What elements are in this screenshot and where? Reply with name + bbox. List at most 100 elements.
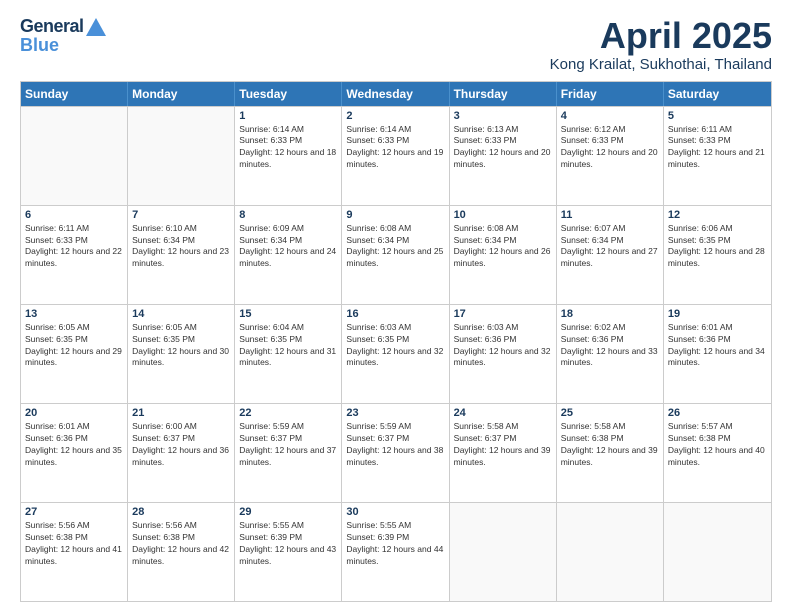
cell-info: Sunrise: 5:59 AMSunset: 6:37 PMDaylight:…	[239, 421, 337, 469]
calendar-cell-1-5: 3 Sunrise: 6:13 AMSunset: 6:33 PMDaylight…	[450, 107, 557, 205]
calendar-cell-5-7	[664, 503, 771, 601]
day-number: 24	[454, 407, 552, 419]
calendar-cell-4-6: 25 Sunrise: 5:58 AMSunset: 6:38 PMDayligh…	[557, 404, 664, 502]
calendar-cell-2-6: 11 Sunrise: 6:07 AMSunset: 6:34 PMDayligh…	[557, 206, 664, 304]
day-number: 27	[25, 506, 123, 518]
cell-info: Sunrise: 6:03 AMSunset: 6:36 PMDaylight:…	[454, 322, 552, 370]
header-thursday: Thursday	[450, 82, 557, 106]
calendar-cell-1-3: 1Sunrise: 6:14 AMSunset: 6:33 PMDaylight…	[235, 107, 342, 205]
day-number: 29	[239, 506, 337, 518]
cell-info: Sunrise: 6:11 AMSunset: 6:33 PMDaylight:…	[25, 223, 123, 271]
cell-info: Sunrise: 6:08 AMSunset: 6:34 PMDaylight:…	[454, 223, 552, 271]
cell-info: Sunrise: 6:12 AMSunset: 6:33 PMDaylight:…	[561, 124, 659, 172]
calendar-cell-1-4: 2 Sunrise: 6:14 AMSunset: 6:33 PMDaylight…	[342, 107, 449, 205]
page: General Blue April 2025 Kong Krailat, Su…	[0, 0, 792, 612]
cell-info: Sunrise: 5:56 AMSunset: 6:38 PMDaylight:…	[25, 520, 123, 568]
day-number: 15	[239, 308, 337, 320]
calendar-cell-5-2: 28 Sunrise: 5:56 AMSunset: 6:38 PMDayligh…	[128, 503, 235, 601]
calendar-cell-2-4: 9 Sunrise: 6:08 AMSunset: 6:34 PMDaylight…	[342, 206, 449, 304]
day-number: 7	[132, 209, 230, 221]
calendar-cell-5-5	[450, 503, 557, 601]
header-wednesday: Wednesday	[342, 82, 449, 106]
cell-info: Sunrise: 5:58 AMSunset: 6:37 PMDaylight:…	[454, 421, 552, 469]
header-monday: Monday	[128, 82, 235, 106]
day-number: 17	[454, 308, 552, 320]
cell-info: Sunrise: 5:59 AMSunset: 6:37 PMDaylight:…	[346, 421, 444, 469]
calendar-cell-2-5: 10 Sunrise: 6:08 AMSunset: 6:34 PMDayligh…	[450, 206, 557, 304]
logo-general-text: General	[20, 16, 84, 37]
calendar-cell-2-7: 12Sunrise: 6:06 AMSunset: 6:35 PMDayligh…	[664, 206, 771, 304]
calendar-cell-5-3: 29 Sunrise: 5:55 AMSunset: 6:39 PMDayligh…	[235, 503, 342, 601]
calendar-cell-4-3: 22Sunrise: 5:59 AMSunset: 6:37 PMDayligh…	[235, 404, 342, 502]
title-area: April 2025 Kong Krailat, Sukhothai, Thai…	[550, 16, 772, 73]
month-title: April 2025	[550, 16, 772, 56]
cell-info: Sunrise: 6:01 AMSunset: 6:36 PMDaylight:…	[25, 421, 123, 469]
calendar-cell-4-7: 26 Sunrise: 5:57 AMSunset: 6:38 PMDayligh…	[664, 404, 771, 502]
calendar-cell-3-6: 18 Sunrise: 6:02 AMSunset: 6:36 PMDayligh…	[557, 305, 664, 403]
calendar-cell-5-4: 30Sunrise: 5:55 AMSunset: 6:39 PMDayligh…	[342, 503, 449, 601]
cell-info: Sunrise: 6:09 AMSunset: 6:34 PMDaylight:…	[239, 223, 337, 271]
header: General Blue April 2025 Kong Krailat, Su…	[20, 16, 772, 73]
calendar-row-2: 6 Sunrise: 6:11 AMSunset: 6:33 PMDaylight…	[21, 205, 771, 304]
cell-info: Sunrise: 5:56 AMSunset: 6:38 PMDaylight:…	[132, 520, 230, 568]
calendar-cell-4-2: 21Sunrise: 6:00 AMSunset: 6:37 PMDayligh…	[128, 404, 235, 502]
day-number: 21	[132, 407, 230, 419]
logo-triangle-icon	[86, 18, 106, 36]
cell-info: Sunrise: 6:14 AMSunset: 6:33 PMDaylight:…	[346, 124, 444, 172]
day-number: 2	[346, 110, 444, 122]
day-number: 6	[25, 209, 123, 221]
calendar-row-1: 1Sunrise: 6:14 AMSunset: 6:33 PMDaylight…	[21, 106, 771, 205]
cell-info: Sunrise: 6:13 AMSunset: 6:33 PMDaylight:…	[454, 124, 552, 172]
day-number: 12	[668, 209, 767, 221]
calendar-cell-3-4: 16Sunrise: 6:03 AMSunset: 6:35 PMDayligh…	[342, 305, 449, 403]
calendar-cell-3-7: 19Sunrise: 6:01 AMSunset: 6:36 PMDayligh…	[664, 305, 771, 403]
day-number: 4	[561, 110, 659, 122]
day-number: 28	[132, 506, 230, 518]
cell-info: Sunrise: 6:01 AMSunset: 6:36 PMDaylight:…	[668, 322, 767, 370]
cell-info: Sunrise: 5:55 AMSunset: 6:39 PMDaylight:…	[239, 520, 337, 568]
cell-info: Sunrise: 5:57 AMSunset: 6:38 PMDaylight:…	[668, 421, 767, 469]
day-number: 11	[561, 209, 659, 221]
day-number: 5	[668, 110, 767, 122]
cell-info: Sunrise: 6:05 AMSunset: 6:35 PMDaylight:…	[132, 322, 230, 370]
day-number: 26	[668, 407, 767, 419]
header-friday: Friday	[557, 82, 664, 106]
logo: General Blue	[20, 16, 106, 56]
day-number: 25	[561, 407, 659, 419]
calendar-cell-3-3: 15Sunrise: 6:04 AMSunset: 6:35 PMDayligh…	[235, 305, 342, 403]
calendar-cell-4-5: 24 Sunrise: 5:58 AMSunset: 6:37 PMDayligh…	[450, 404, 557, 502]
day-number: 18	[561, 308, 659, 320]
calendar-row-3: 13 Sunrise: 6:05 AMSunset: 6:35 PMDayligh…	[21, 304, 771, 403]
day-number: 3	[454, 110, 552, 122]
header-sunday: Sunday	[21, 82, 128, 106]
day-number: 13	[25, 308, 123, 320]
cell-info: Sunrise: 6:10 AMSunset: 6:34 PMDaylight:…	[132, 223, 230, 271]
cell-info: Sunrise: 6:02 AMSunset: 6:36 PMDaylight:…	[561, 322, 659, 370]
header-tuesday: Tuesday	[235, 82, 342, 106]
cell-info: Sunrise: 6:07 AMSunset: 6:34 PMDaylight:…	[561, 223, 659, 271]
day-number: 23	[346, 407, 444, 419]
header-saturday: Saturday	[664, 82, 771, 106]
calendar-cell-5-6	[557, 503, 664, 601]
calendar-cell-1-2	[128, 107, 235, 205]
calendar-body: 1Sunrise: 6:14 AMSunset: 6:33 PMDaylight…	[21, 106, 771, 601]
location-title: Kong Krailat, Sukhothai, Thailand	[550, 56, 772, 73]
cell-info: Sunrise: 6:14 AMSunset: 6:33 PMDaylight:…	[239, 124, 337, 172]
cell-info: Sunrise: 6:08 AMSunset: 6:34 PMDaylight:…	[346, 223, 444, 271]
calendar-cell-2-1: 6 Sunrise: 6:11 AMSunset: 6:33 PMDaylight…	[21, 206, 128, 304]
calendar-cell-5-1: 27 Sunrise: 5:56 AMSunset: 6:38 PMDayligh…	[21, 503, 128, 601]
cell-info: Sunrise: 5:58 AMSunset: 6:38 PMDaylight:…	[561, 421, 659, 469]
calendar-cell-1-7: 5Sunrise: 6:11 AMSunset: 6:33 PMDaylight…	[664, 107, 771, 205]
day-number: 9	[346, 209, 444, 221]
day-number: 10	[454, 209, 552, 221]
calendar-cell-3-1: 13 Sunrise: 6:05 AMSunset: 6:35 PMDayligh…	[21, 305, 128, 403]
logo-blue-text: Blue	[20, 35, 59, 56]
calendar-cell-3-5: 17 Sunrise: 6:03 AMSunset: 6:36 PMDayligh…	[450, 305, 557, 403]
calendar-cell-1-6: 4 Sunrise: 6:12 AMSunset: 6:33 PMDaylight…	[557, 107, 664, 205]
calendar-cell-4-4: 23 Sunrise: 5:59 AMSunset: 6:37 PMDayligh…	[342, 404, 449, 502]
calendar-cell-2-2: 7 Sunrise: 6:10 AMSunset: 6:34 PMDaylight…	[128, 206, 235, 304]
calendar-cell-4-1: 20 Sunrise: 6:01 AMSunset: 6:36 PMDayligh…	[21, 404, 128, 502]
day-number: 16	[346, 308, 444, 320]
cell-info: Sunrise: 6:05 AMSunset: 6:35 PMDaylight:…	[25, 322, 123, 370]
day-number: 20	[25, 407, 123, 419]
